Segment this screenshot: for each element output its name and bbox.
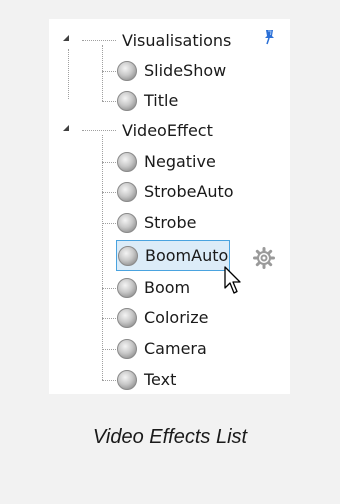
gear-icon[interactable] [253,247,275,269]
tree-connector [102,318,116,319]
tree-connector [102,349,116,350]
tree-item-boomauto-selected[interactable]: BoomAuto [116,240,230,271]
tree-item-strobeauto[interactable]: StrobeAuto [117,179,234,205]
tree-connector [102,101,116,102]
expanded-triangle-icon[interactable] [63,125,69,131]
mouse-pointer-icon [224,266,241,294]
orb-icon [117,61,137,81]
tree-item-text[interactable]: Text [117,367,176,393]
category-videoeffect[interactable]: VideoEffect [122,117,213,143]
tree-item-title[interactable]: Title [117,88,178,114]
orb-icon [117,278,137,298]
tree-connector [102,380,116,381]
tree-connector [102,45,103,101]
tree-item-label: BoomAuto [145,245,229,265]
tree-connector [82,40,116,41]
tree-connector [102,288,116,289]
tree-item-negative[interactable]: Negative [117,149,216,175]
tree-connector [68,49,69,99]
tree-item-label: Boom [144,278,191,297]
orb-icon [117,91,137,111]
tree-item-slideshow[interactable]: SlideShow [117,58,226,84]
category-label: Visualisations [122,30,232,50]
orb-icon [117,182,137,202]
tree-item-label: Colorize [144,308,209,327]
tree-connector [102,223,116,224]
tree-connector [102,71,116,72]
tree-item-label: Camera [144,339,207,358]
category-visualisations[interactable]: Visualisations [122,27,231,53]
tree-connector [102,162,116,163]
orb-icon [118,245,138,266]
tree-item-colorize[interactable]: Colorize [117,305,208,331]
orb-icon [117,152,137,172]
tree-item-label: Text [144,370,177,389]
tree-item-strobe[interactable]: Strobe [117,210,196,236]
tree-item-boom[interactable]: Boom [117,275,190,301]
tree-item-camera[interactable]: Camera [117,336,207,362]
tree-connector [102,192,116,193]
orb-icon [117,213,137,233]
tree-connector [82,130,116,131]
tree-connector [102,135,103,380]
orb-icon [117,308,137,328]
tree-item-label: SlideShow [144,61,227,80]
orb-icon [117,370,137,390]
category-label: VideoEffect [122,120,213,140]
tree-item-label: Negative [144,152,216,171]
orb-icon [117,339,137,359]
tree-item-label: Strobe [144,213,197,232]
tree-item-label: Title [144,91,179,110]
figure-caption: Video Effects List [92,426,248,448]
pin-icon[interactable] [262,29,276,45]
expanded-triangle-icon[interactable] [63,35,69,41]
tree-item-label: StrobeAuto [144,182,234,201]
